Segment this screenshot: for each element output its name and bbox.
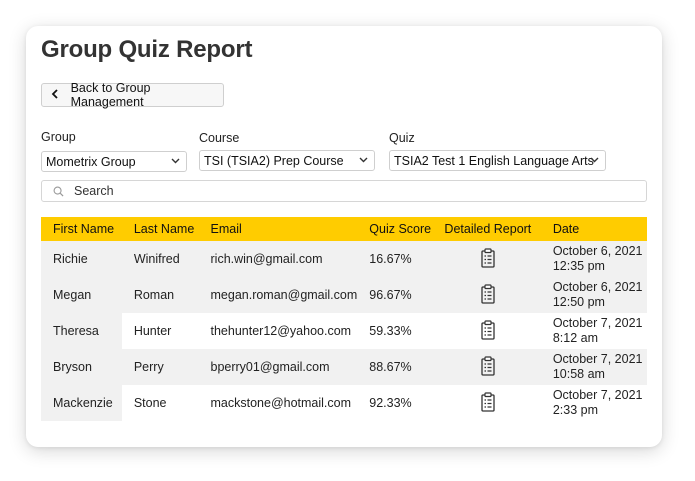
table-row: Richie Winifred rich.win@gmail.com 16.67… xyxy=(41,241,647,277)
date-text: October 6, 2021 xyxy=(552,280,643,294)
clipboard-report-icon[interactable] xyxy=(481,247,495,271)
column-header-last-name: Last Name xyxy=(121,217,199,241)
first-name-cell: Mackenzie xyxy=(41,385,122,421)
column-header-date: Date xyxy=(540,217,647,241)
date-cell: October 7, 2021 10:58 am xyxy=(540,349,647,385)
date-text: October 7, 2021 xyxy=(552,316,643,330)
email-cell: bperry01@gmail.com xyxy=(198,349,358,385)
search-icon xyxy=(42,186,74,197)
chevron-down-icon xyxy=(171,156,180,168)
report-card: Group Quiz Report Back to Group Manageme… xyxy=(26,26,662,447)
score-cell: 16.67% xyxy=(357,241,435,277)
chevron-down-icon xyxy=(590,155,599,167)
group-select-value: Mometrix Group xyxy=(46,154,136,169)
course-label: Course xyxy=(199,131,240,145)
last-name-cell: Roman xyxy=(121,277,199,313)
quiz-select[interactable]: TSIA2 Test 1 English Language Arts xyxy=(389,150,606,171)
score-cell: 92.33% xyxy=(357,385,435,421)
column-header-email: Email xyxy=(198,217,358,241)
chevron-left-icon xyxy=(51,88,67,102)
group-select[interactable]: Mometrix Group xyxy=(41,151,187,172)
time-text: 12:35 pm xyxy=(552,259,605,273)
email-cell: thehunter12@yahoo.com xyxy=(198,313,358,349)
score-cell: 88.67% xyxy=(357,349,435,385)
report-table: First Name Last Name Email Quiz Score De… xyxy=(41,217,647,421)
course-select[interactable]: TSI (TSIA2) Prep Course xyxy=(199,150,375,171)
last-name-cell: Winifred xyxy=(121,241,199,277)
clipboard-report-icon[interactable] xyxy=(481,391,495,415)
course-select-value: TSI (TSIA2) Prep Course xyxy=(204,153,344,168)
time-text: 10:58 am xyxy=(552,367,605,381)
last-name-cell: Perry xyxy=(121,349,199,385)
detailed-report-cell xyxy=(434,313,541,349)
quiz-select-value: TSIA2 Test 1 English Language Arts xyxy=(394,153,594,168)
first-name-cell: Bryson xyxy=(41,349,122,385)
column-header-quiz-score: Quiz Score xyxy=(357,217,435,241)
first-name-cell: Richie xyxy=(41,241,122,277)
score-cell: 96.67% xyxy=(357,277,435,313)
page-title: Group Quiz Report xyxy=(41,36,253,63)
detailed-report-cell xyxy=(434,385,541,421)
group-label: Group xyxy=(41,130,76,144)
email-cell: megan.roman@gmail.com xyxy=(198,277,358,313)
date-cell: October 6, 2021 12:35 pm xyxy=(540,241,647,277)
last-name-cell: Stone xyxy=(121,385,199,421)
detailed-report-cell xyxy=(434,241,541,277)
column-header-detailed-report: Detailed Report xyxy=(434,217,541,241)
email-cell: rich.win@gmail.com xyxy=(198,241,358,277)
date-text: October 7, 2021 xyxy=(552,388,643,402)
table-row: Theresa Hunter thehunter12@yahoo.com 59.… xyxy=(41,313,647,349)
column-header-first-name: First Name xyxy=(41,217,122,241)
clipboard-report-icon[interactable] xyxy=(481,355,495,379)
table-row: Bryson Perry bperry01@gmail.com 88.67% O… xyxy=(41,349,647,385)
time-text: 12:50 pm xyxy=(552,295,605,309)
quiz-label: Quiz xyxy=(389,131,415,145)
first-name-cell: Megan xyxy=(41,277,122,313)
chevron-down-icon xyxy=(359,155,368,167)
time-text: 8:12 am xyxy=(552,331,598,345)
first-name-cell: Theresa xyxy=(41,313,122,349)
time-text: 2:33 pm xyxy=(552,403,598,417)
back-button-label: Back to Group Management xyxy=(70,81,151,109)
detailed-report-cell xyxy=(434,349,541,385)
table-header-row: First Name Last Name Email Quiz Score De… xyxy=(41,217,647,241)
clipboard-report-icon[interactable] xyxy=(481,283,495,307)
date-text: October 6, 2021 xyxy=(552,244,643,258)
table-row: Mackenzie Stone mackstone@hotmail.com 92… xyxy=(41,385,647,421)
email-cell: mackstone@hotmail.com xyxy=(198,385,358,421)
detailed-report-cell xyxy=(434,277,541,313)
last-name-cell: Hunter xyxy=(121,313,199,349)
score-cell: 59.33% xyxy=(357,313,435,349)
search-placeholder: Search xyxy=(74,184,114,198)
date-text: October 7, 2021 xyxy=(552,352,643,366)
clipboard-report-icon[interactable] xyxy=(481,319,495,343)
date-cell: October 7, 2021 8:12 am xyxy=(540,313,647,349)
back-to-group-management-button[interactable]: Back to Group Management xyxy=(41,81,224,109)
date-cell: October 6, 2021 12:50 pm xyxy=(540,277,647,313)
date-cell: October 7, 2021 2:33 pm xyxy=(540,385,647,421)
table-row: Megan Roman megan.roman@gmail.com 96.67%… xyxy=(41,277,647,313)
search-input[interactable]: Search xyxy=(41,180,647,202)
